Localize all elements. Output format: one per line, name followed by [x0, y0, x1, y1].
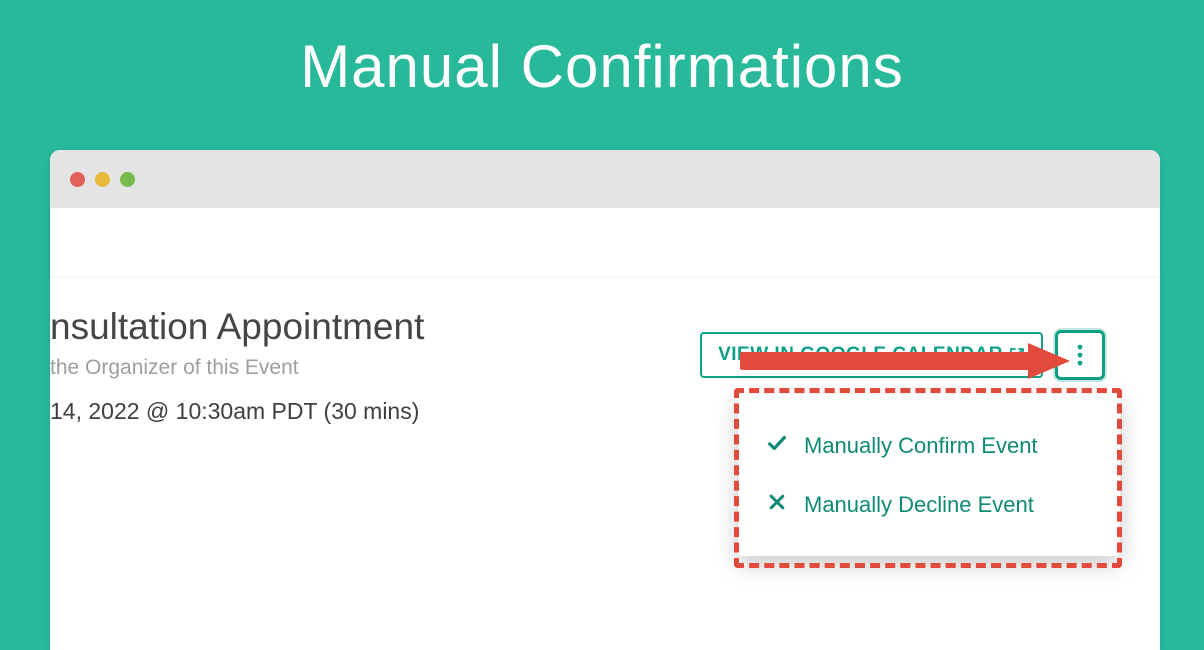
window-titlebar [50, 150, 1160, 208]
external-link-icon [1009, 347, 1025, 363]
page-title: Manual Confirmations [0, 0, 1204, 101]
check-icon [766, 432, 788, 460]
view-in-calendar-label: VIEW IN GOOGLE CALENDAR [718, 344, 1003, 366]
confirm-event-item[interactable]: Manually Confirm Event [738, 416, 1120, 476]
minimize-icon[interactable] [95, 172, 110, 187]
more-actions-button[interactable] [1055, 330, 1105, 380]
browser-window: nsultation Appointment the Organizer of … [50, 150, 1160, 650]
confirm-event-label: Manually Confirm Event [804, 433, 1038, 459]
toolbar-strip [50, 208, 1160, 276]
view-in-calendar-button[interactable]: VIEW IN GOOGLE CALENDAR [700, 332, 1043, 378]
event-actions: VIEW IN GOOGLE CALENDAR [700, 330, 1105, 380]
close-icon[interactable] [70, 172, 85, 187]
kebab-icon [1077, 343, 1083, 367]
maximize-icon[interactable] [120, 172, 135, 187]
decline-event-item[interactable]: Manually Decline Event [738, 476, 1120, 534]
x-icon [766, 492, 788, 518]
decline-event-label: Manually Decline Event [804, 492, 1034, 518]
more-actions-dropdown: Manually Confirm Event Manually Decline … [738, 394, 1120, 556]
